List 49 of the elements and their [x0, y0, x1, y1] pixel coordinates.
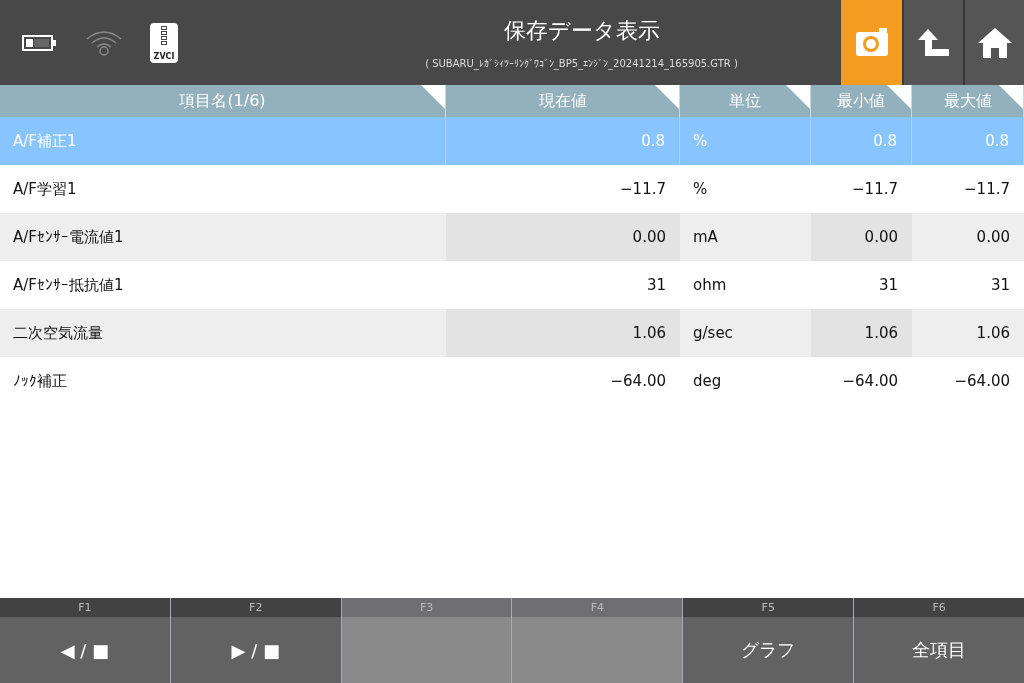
battery-icon — [22, 32, 58, 53]
function-key-label: F5 — [683, 598, 854, 617]
table-cell-text: A/F学習1 — [12, 178, 78, 200]
function-key-button[interactable]: 全項目 — [854, 617, 1024, 683]
back-button[interactable] — [902, 0, 963, 85]
table-cell-text: −64.00 — [609, 371, 667, 392]
file-name: ( SUBARU_ﾚｶﾞｼｨﾂｰﾘﾝｸﾞﾜｺﾞﾝ_BP5_ｴﾝｼﾞﾝ_20241214_165905.GTR ) — [425, 58, 738, 69]
function-key-button[interactable]: ▶ / ■ — [170, 617, 341, 683]
function-key-label: F1 — [0, 598, 170, 617]
table-cell-text: 31 — [645, 275, 667, 296]
home-button[interactable] — [963, 0, 1024, 85]
table-cell-text: ﾉｯｸ補正 — [12, 370, 68, 392]
table-cell: 0.8 — [446, 117, 680, 165]
table-cell: 1.06 — [811, 309, 912, 357]
table-cell: 0.00 — [811, 213, 912, 261]
table-cell: 0.00 — [446, 213, 680, 261]
function-key-button[interactable]: グラフ — [683, 617, 854, 683]
table-cell-text: A/Fｾﾝｻｰ抵抗値1 — [12, 274, 125, 296]
back-arrow-icon — [917, 28, 950, 57]
table-cell-text: 31 — [989, 275, 1011, 296]
function-key-label: F6 — [854, 598, 1024, 617]
function-key-label: F3 — [341, 598, 512, 617]
function-key-label: F4 — [512, 598, 683, 617]
table-cell-text: −64.00 — [953, 371, 1011, 392]
table-cell: 0.8 — [811, 117, 912, 165]
function-key-label: F2 — [170, 598, 341, 617]
table-cell: A/Fｾﾝｻｰ電流値1 — [0, 213, 446, 261]
table-cell: 二次空気流量 — [0, 309, 446, 357]
window-title: 保存データ表示 — [503, 17, 660, 45]
camera-icon — [853, 27, 890, 58]
table-cell: A/F補正1 — [0, 117, 446, 165]
home-icon — [977, 27, 1012, 58]
table-cell-text: 31 — [877, 275, 899, 296]
table-cell-text: −64.00 — [841, 371, 899, 392]
table-cell: 0.8 — [912, 117, 1024, 165]
table-cell-text: −11.7 — [963, 179, 1011, 200]
table-cell-text: ohm — [692, 275, 728, 296]
table-cell-text: −11.7 — [851, 179, 899, 200]
table-cell: 0.00 — [912, 213, 1024, 261]
table-cell: g/sec — [680, 309, 811, 357]
device-label: ZVCI — [153, 52, 175, 61]
function-key-button[interactable]: ◀ / ■ — [0, 617, 170, 683]
table-cell-text: % — [692, 179, 709, 200]
table-cell: 1.06 — [912, 309, 1024, 357]
table-cell-text: −11.7 — [619, 179, 667, 200]
table-cell: mA — [680, 213, 811, 261]
table-cell-text: deg — [692, 371, 723, 392]
table-cell: % — [680, 117, 811, 165]
table-cell: 1.06 — [446, 309, 680, 357]
